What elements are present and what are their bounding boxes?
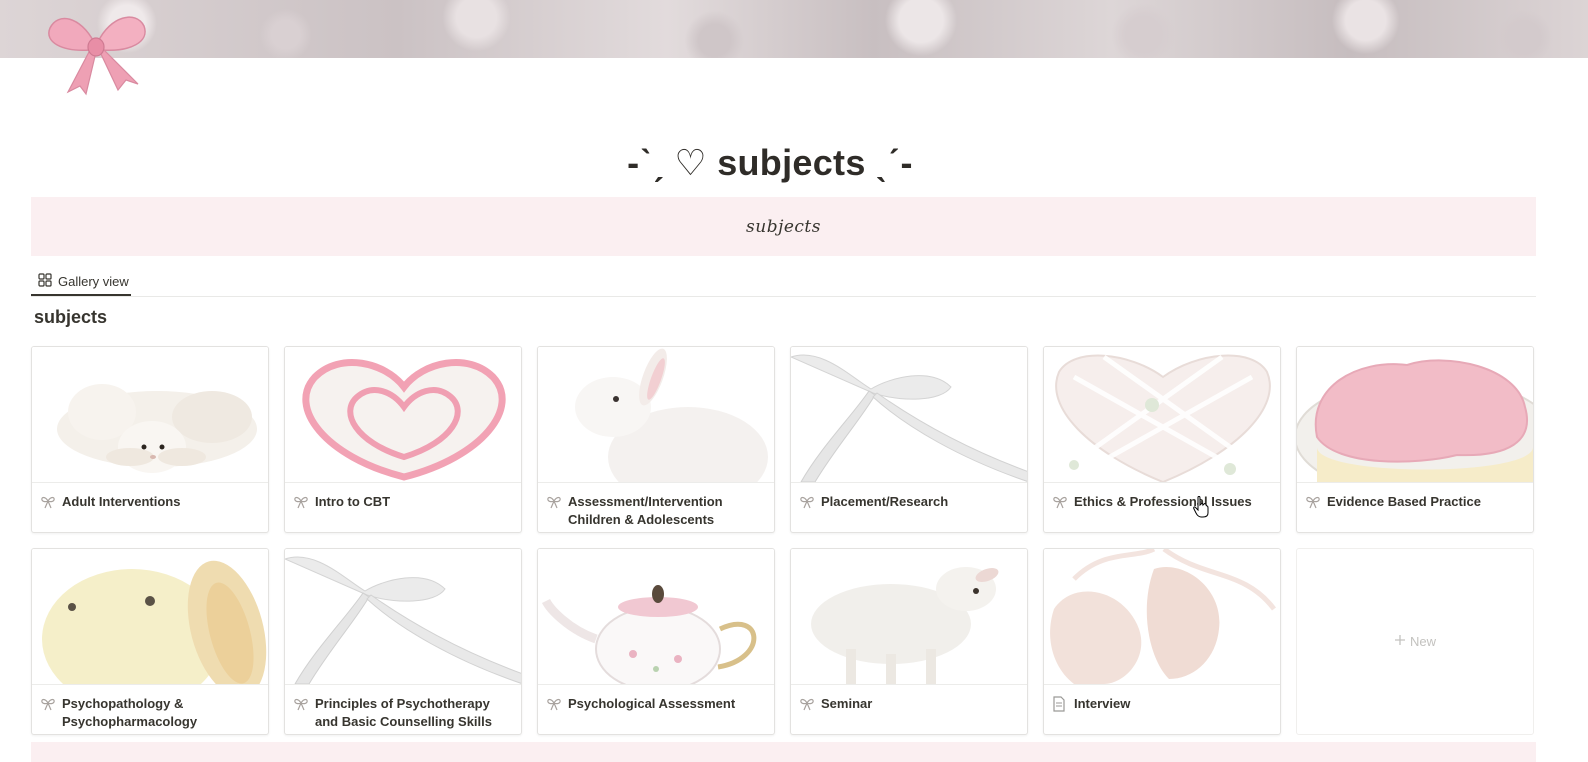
- card-cover-pink-pudding: [1297, 347, 1533, 483]
- card-title: Psychopathology & Psychopharmacology: [62, 696, 198, 729]
- page-title: -ˋˏ ♡ subjects ˎˊ-: [627, 142, 913, 183]
- gallery-card[interactable]: Evidence Based Practice: [1296, 346, 1534, 533]
- callout-block: subjects: [31, 197, 1536, 256]
- card-title: Intro to CBT: [315, 494, 391, 509]
- database-title[interactable]: subjects: [34, 307, 107, 328]
- gallery-grid-icon: [38, 272, 52, 290]
- gallery-card[interactable]: Ethics & Professional Issues: [1043, 346, 1281, 533]
- card-title: Adult Interventions: [62, 494, 181, 509]
- new-card-button[interactable]: New: [1296, 548, 1534, 735]
- gallery-card[interactable]: Placement/Research: [790, 346, 1028, 533]
- card-title: Ethics & Professional Issues: [1074, 494, 1252, 509]
- gallery-grid: Adult Interventions Intro to CBT Assessm…: [31, 346, 1537, 735]
- card-cover-heart-pillow: [1044, 347, 1280, 483]
- card-title: Seminar: [821, 696, 873, 711]
- ribbon-icon: [799, 493, 815, 511]
- hand-cursor-icon: [1193, 495, 1209, 518]
- gallery-card[interactable]: Seminar: [790, 548, 1028, 735]
- gallery-card[interactable]: Interview: [1043, 548, 1281, 735]
- new-card-label: New: [1409, 634, 1436, 649]
- card-cover-white-ribbon: [285, 549, 521, 685]
- plus-icon: [1394, 634, 1406, 649]
- tab-gallery-view[interactable]: Gallery view: [31, 266, 131, 296]
- card-title: Psychological Assessment: [568, 696, 736, 711]
- card-cover-bunny-plush: [32, 549, 268, 685]
- card-cover-lamb-plush: [32, 347, 268, 483]
- page-cover-image: [0, 0, 1588, 58]
- page-icon: [1052, 695, 1068, 713]
- card-cover-lamb: [791, 549, 1027, 685]
- ribbon-icon: [546, 695, 562, 713]
- ribbon-icon: [293, 493, 309, 511]
- gallery-card[interactable]: Intro to CBT: [284, 346, 522, 533]
- ribbon-icon: [1052, 493, 1068, 511]
- card-title: Placement/Research: [821, 494, 949, 509]
- card-title: Interview: [1074, 696, 1131, 711]
- gallery-card[interactable]: Psychological Assessment: [537, 548, 775, 735]
- ribbon-icon: [546, 493, 562, 511]
- ribbon-icon: [293, 695, 309, 713]
- callout-text: subjects: [746, 216, 821, 237]
- ribbon-icon: [40, 493, 56, 511]
- card-title: Assessment/Intervention Children & Adole…: [568, 494, 723, 527]
- gallery-card[interactable]: Assessment/Intervention Children & Adole…: [537, 346, 775, 533]
- tab-label: Gallery view: [58, 273, 129, 289]
- ribbon-icon: [40, 695, 56, 713]
- card-title: Evidence Based Practice: [1327, 494, 1481, 509]
- ribbon-icon: [799, 695, 815, 713]
- tab-divider: [31, 296, 1536, 297]
- gallery-card[interactable]: Principles of Psychotherapy and Basic Co…: [284, 548, 522, 735]
- bottom-callout-block: [31, 742, 1536, 762]
- bow-icon[interactable]: [40, 6, 152, 96]
- card-cover-teapot: [538, 549, 774, 685]
- card-cover-white-bunny: [538, 347, 774, 483]
- gallery-card[interactable]: Psychopathology & Psychopharmacology: [31, 548, 269, 735]
- ribbon-icon: [1305, 493, 1321, 511]
- card-cover-heart-cake: [285, 347, 521, 483]
- card-cover-ballet-shoes: [1044, 549, 1280, 685]
- card-title: Principles of Psychotherapy and Basic Co…: [315, 696, 492, 729]
- gallery-card[interactable]: Adult Interventions: [31, 346, 269, 533]
- card-cover-white-ribbon: [791, 347, 1027, 483]
